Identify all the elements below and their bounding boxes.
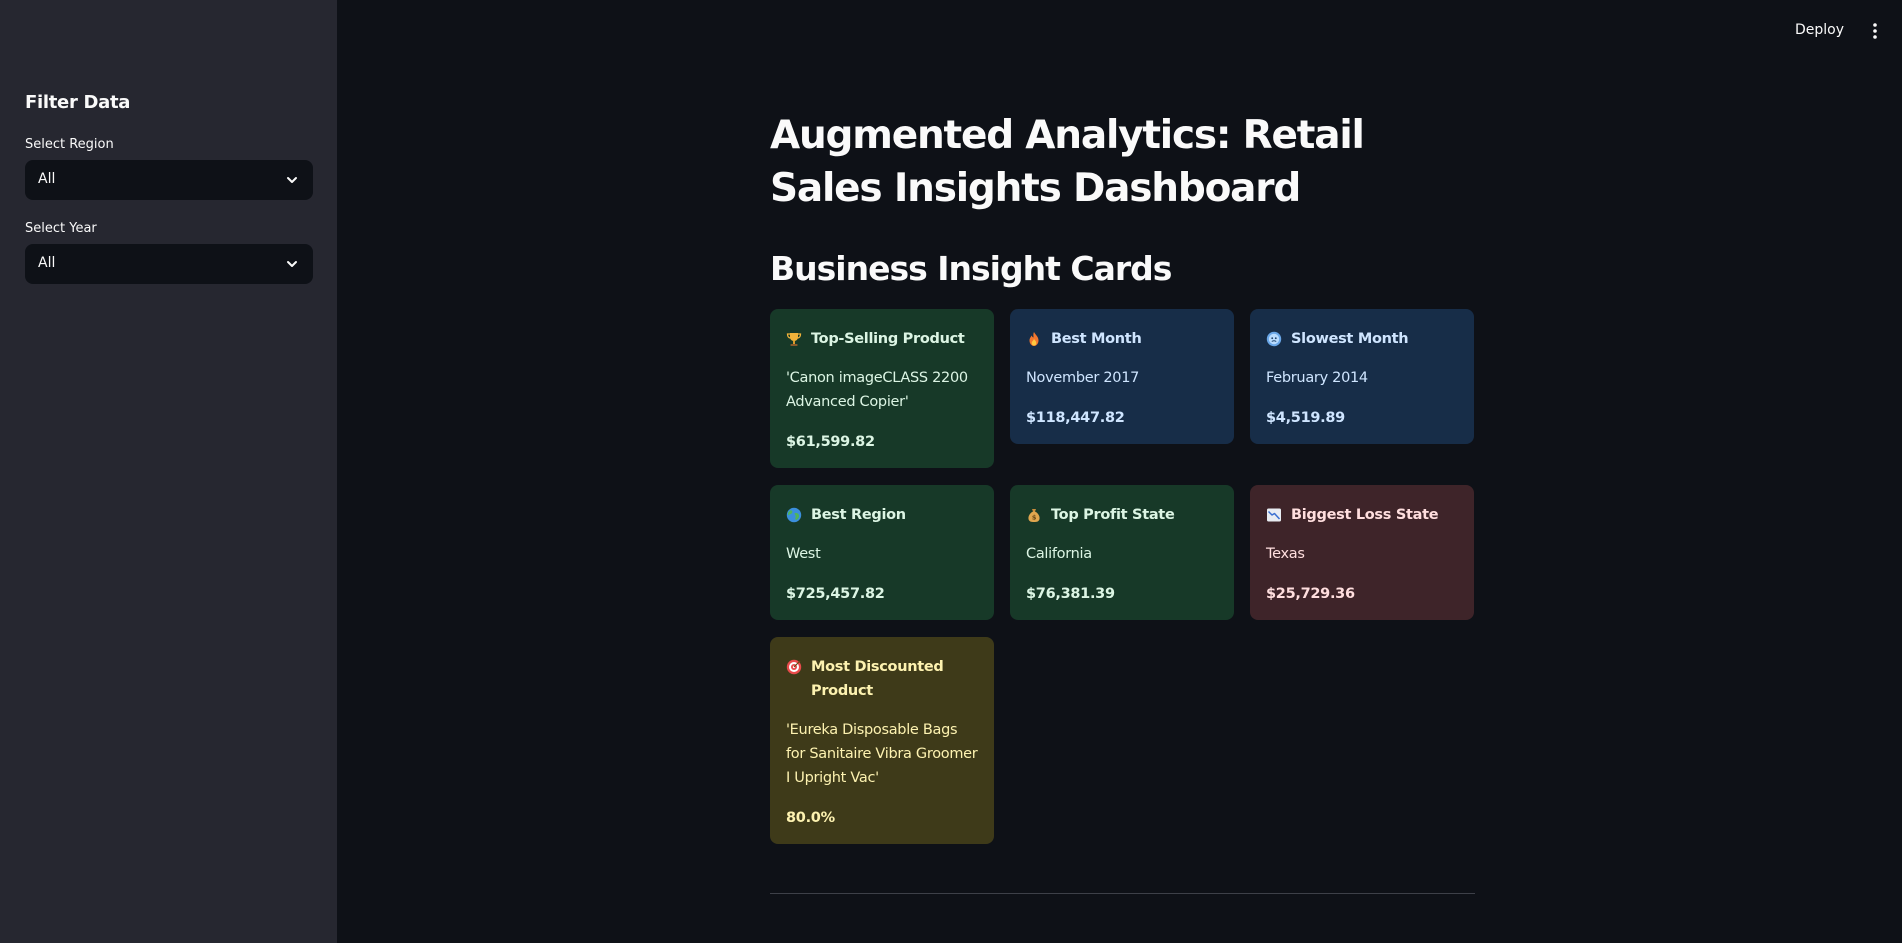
chevron-down-icon [287,261,297,267]
year-select-label: Select Year [25,221,97,236]
snowflake-face-icon [1266,331,1282,347]
card-title: Top Profit State [1051,507,1175,523]
insight-card-slowest-month: Slowest Month February 2014 $4,519.89 [1250,309,1474,444]
card-text: 'Eureka Disposable Bags for Sanitaire Vi… [786,722,978,786]
chart-decreasing-icon [1267,508,1281,522]
card-title: Top-Selling Product [811,331,965,347]
card-value: $61,599.82 [786,434,875,450]
card-header: Biggest Loss State [1266,503,1458,527]
card-value: $118,447.82 [1026,410,1125,426]
insight-card-best-region: Best Region West $725,457.82 [770,485,994,620]
money-bag-icon: $ [1028,509,1040,522]
year-select[interactable]: All [25,244,313,284]
card-text: February 2014 [1266,370,1368,386]
insight-card-top-selling-product: Top-Selling Product 'Canon imageCLASS 22… [770,309,994,468]
app-root: Filter Data Select Region All Select Yea… [0,0,1902,943]
card-header: Top-Selling Product [786,327,978,351]
year-select-value: All [38,255,56,271]
card-value: $25,729.36 [1266,586,1355,602]
insight-card-most-discounted-product: Most Discounted Product 'Eureka Disposab… [770,637,994,844]
card-title: Slowest Month [1291,331,1409,347]
card-text: November 2017 [1026,370,1140,386]
card-title: Biggest Loss State [1291,507,1439,523]
insight-card-biggest-loss-state: Biggest Loss State Texas $25,729.36 [1250,485,1474,620]
card-header: Best Region [786,503,978,527]
card-title: Best Region [811,507,906,523]
region-select-value: All [38,171,56,187]
card-text: 'Canon imageCLASS 2200 Advanced Copier' [786,370,968,410]
card-value: $725,457.82 [786,586,885,602]
card-title: Best Month [1051,331,1142,347]
card-header: $ Top Profit State [1026,503,1218,527]
card-value: $4,519.89 [1266,410,1345,426]
insight-card-best-month: Best Month November 2017 $118,447.82 [1010,309,1234,444]
card-header: Best Month [1026,327,1218,351]
page-title: Augmented Analytics: Retail Sales Insigh… [770,113,1365,211]
sidebar: Filter Data Select Region All Select Yea… [0,0,337,943]
fire-icon [1029,332,1039,346]
card-value: $76,381.39 [1026,586,1115,602]
card-title: Most Discounted Product [811,659,944,699]
section-title: Business Insight Cards [770,249,1172,288]
card-value: 80.0% [786,810,835,826]
card-text: West [786,546,821,562]
region-select-label: Select Region [25,137,114,152]
card-text: Texas [1266,546,1305,562]
divider [770,893,1475,894]
kebab-menu-icon[interactable] [1868,22,1882,40]
card-text: California [1026,546,1092,562]
globe-icon [786,507,802,523]
trophy-icon [786,333,802,346]
deploy-button[interactable]: Deploy [1795,22,1844,38]
card-header: Slowest Month [1266,327,1458,351]
chevron-down-icon [287,177,297,183]
sidebar-title: Filter Data [25,92,131,113]
region-select[interactable]: All [25,160,313,200]
insight-card-top-profit-state: $ Top Profit State California $76,381.39 [1010,485,1234,620]
target-icon [786,659,802,675]
card-header: Most Discounted Product [786,655,978,703]
